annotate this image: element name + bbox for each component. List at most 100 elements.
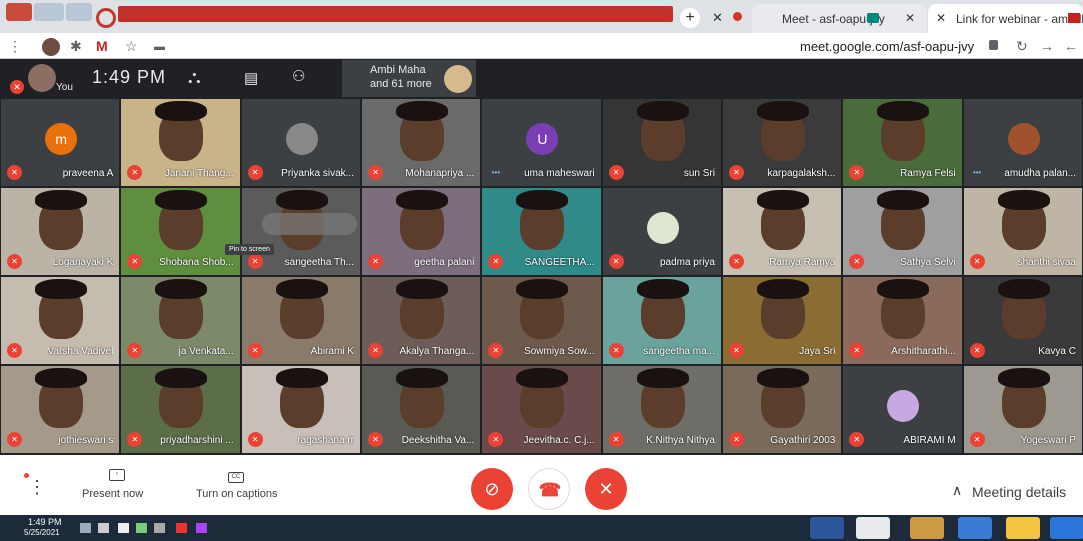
menu-icon[interactable]: ⋮ [8,38,22,55]
extensions-icon[interactable]: ✱ [70,38,82,55]
participant-tile[interactable]: Jaya Sri ✕ [723,277,842,364]
mic-off-icon: ✕ [729,343,744,358]
participant-tile[interactable]: Gayathiri 2003 ✕ [723,366,842,453]
mic-off-icon: ✕ [729,432,744,447]
back-icon[interactable]: ← [1064,38,1078,54]
extension-m-icon[interactable]: M [96,38,108,54]
participant-name: sangeetha ma... [643,346,715,357]
participant-tile[interactable]: Priyanka sivak... ✕ [241,99,360,186]
participant-tile[interactable]: amudha palan... ••• [963,99,1082,186]
captions-button[interactable]: Turn on captions [196,488,278,500]
participant-tile[interactable]: Shobana Shob... ✕ [121,188,240,275]
present-now-button[interactable]: Present now [82,488,143,500]
participant-tile[interactable]: priyadharshini ... ✕ [121,366,240,453]
tray-icon[interactable] [176,523,187,533]
volume-icon[interactable] [98,523,109,533]
participant-tile[interactable]: Arshitharathi... ✕ [843,277,962,364]
present-icon[interactable]: ↑ [109,469,125,481]
participant-tile[interactable]: Varsha Vadivel ✕ [1,277,120,364]
video-feed-detail [877,190,930,210]
participant-tile[interactable]: ja Venkata... ✕ [121,277,240,364]
participant-tile[interactable]: m praveena A ✕ [1,99,120,186]
leave-call-button[interactable]: ☎ [528,468,570,510]
participant-tile[interactable]: Mohanapriya ... ✕ [362,99,481,186]
chat-icon[interactable]: ▤ [244,69,258,87]
participant-tile[interactable]: Janani Thang... ✕ [121,99,240,186]
word-icon[interactable] [810,517,844,539]
star-icon[interactable]: ☆ [125,38,138,55]
participant-tile[interactable]: Sowmiya Sow... ✕ [482,277,601,364]
window-maximize-button[interactable] [34,3,64,21]
participant-tile[interactable]: Loganayaki K ✕ [1,188,120,275]
tab-gmail[interactable]: ✕ Link for webinar - amudha.palan [928,4,1083,33]
participant-name: amudha palan... [1004,168,1076,179]
window-minimize-button[interactable] [66,3,92,21]
participant-tile[interactable]: geetha palani ✕ [362,188,481,275]
window-close-button[interactable] [6,3,32,21]
participant-tile[interactable]: Sathya Selvi ✕ [843,188,962,275]
camera-toggle-button[interactable]: ⊘ [471,468,513,510]
video-feed-detail [636,279,689,299]
presenter-chip[interactable]: Ambi Maha and 61 more [342,60,476,97]
mic-off-icon: ✕ [608,343,624,358]
battery-icon[interactable] [118,523,129,533]
explorer-icon[interactable] [958,517,992,539]
captions-icon[interactable]: CC [228,472,244,483]
close-icon[interactable]: ✕ [712,10,723,26]
media-icon[interactable]: ▬ [154,41,165,53]
participant-tile[interactable]: Uuma maheswari ••• [482,99,601,186]
participant-tile[interactable]: Abirami K ✕ [241,277,360,364]
media-player-icon[interactable] [910,517,944,539]
tray-icon[interactable] [196,523,207,533]
chrome-icon[interactable] [856,517,890,539]
reload-icon[interactable]: ↻ [1016,38,1028,55]
new-tab-button[interactable]: + [680,8,700,28]
participant-tile[interactable]: sangeetha ma... ✕ [602,277,721,364]
participant-tile[interactable]: Ramya Ramya ✕ [723,188,842,275]
forward-icon[interactable]: → [1040,38,1054,54]
people-icon[interactable]: ⛬ [188,67,201,88]
chevron-up-icon[interactable]: ∧ [952,482,962,499]
mic-off-icon: ✕ [127,432,143,447]
participant-tile[interactable]: ABIRAMI M ✕ [843,366,962,453]
participant-tile[interactable]: Yogeswari P ✕ [963,366,1082,453]
meeting-details-button[interactable]: Meeting details [972,484,1066,500]
close-icon[interactable]: ✕ [936,11,946,25]
url-field[interactable]: meet.google.com/asf-oapu-jvy [800,39,974,54]
network-icon[interactable] [136,523,147,533]
lock-icon[interactable] [989,40,998,50]
participant-tile[interactable]: padma priya ✕ [602,188,721,275]
meet-icon [867,13,879,23]
tab-strip-highlight [118,6,673,22]
more-options-icon[interactable]: ⋮ [28,477,46,498]
participant-tile[interactable]: Jeevitha.c. C.j... ✕ [482,366,601,453]
participant-name: ragashana rr [297,435,354,446]
participant-tile[interactable]: K.Nithya Nithya ✕ [602,366,721,453]
folder-icon[interactable] [1006,517,1040,539]
participant-tile[interactable]: sun Sri ✕ [602,99,721,186]
activities-icon[interactable]: ⚇ [292,67,305,85]
participant-name: ja Venkata... [178,346,234,357]
participant-tile[interactable]: ragashana rr ✕ [241,366,360,453]
mic-toggle-button[interactable]: ✕ [585,468,627,510]
participant-tile[interactable]: karpagalaksh... ✕ [723,99,842,186]
video-feed-detail [757,368,810,388]
signal-icon[interactable] [80,523,91,533]
participant-tile[interactable]: SANGEETHA... ✕ [482,188,601,275]
participant-tile[interactable]: jothieswari s ✕ [1,366,120,453]
mic-off-icon: ✕ [969,432,985,447]
close-icon[interactable]: ✕ [905,11,915,25]
participant-tile[interactable]: Akalya Thanga... ✕ [362,277,481,364]
participant-tile[interactable]: Ramya Felsi ✕ [843,99,962,186]
start-icon[interactable] [1050,517,1083,539]
participant-tile[interactable]: Kavya C ✕ [963,277,1082,364]
participant-tile[interactable]: Deekshitha Va... ✕ [362,366,481,453]
tab-meet[interactable]: Meet - asf-oapu-jvy ✕ [752,4,927,33]
participant-tile[interactable]: shanthi sivaa ✕ [963,188,1082,275]
profile-icon[interactable] [42,38,60,56]
participant-name: jothieswari s [58,435,114,446]
screen: { "browser": { "tabs": [ {"label": "Link… [0,0,1083,541]
participant-name: Ramya Felsi [900,168,956,179]
tray-icon[interactable] [154,523,165,533]
tile-hover-controls[interactable] [262,213,357,235]
